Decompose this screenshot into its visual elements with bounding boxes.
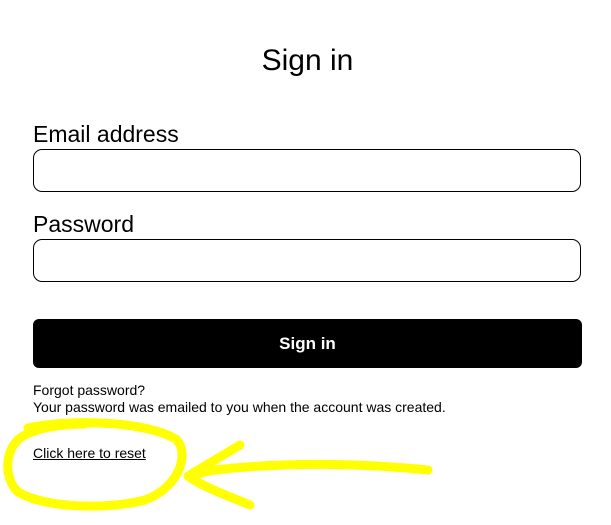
help-text: Forgot password? Your password was email… <box>33 382 446 416</box>
forgot-password-text: Forgot password? <box>33 382 146 398</box>
highlight-circle <box>3 418 187 511</box>
password-field[interactable] <box>33 239 581 282</box>
reset-link[interactable]: Click here to reset <box>33 445 146 462</box>
password-info-text: Your password was emailed to you when th… <box>33 399 446 415</box>
arrow-left-icon <box>183 440 433 510</box>
page-title: Sign in <box>261 44 354 77</box>
sign-in-button[interactable]: Sign in <box>33 319 582 368</box>
email-label: Email address <box>33 121 179 147</box>
email-field[interactable] <box>33 149 581 192</box>
password-label: Password <box>33 211 134 237</box>
